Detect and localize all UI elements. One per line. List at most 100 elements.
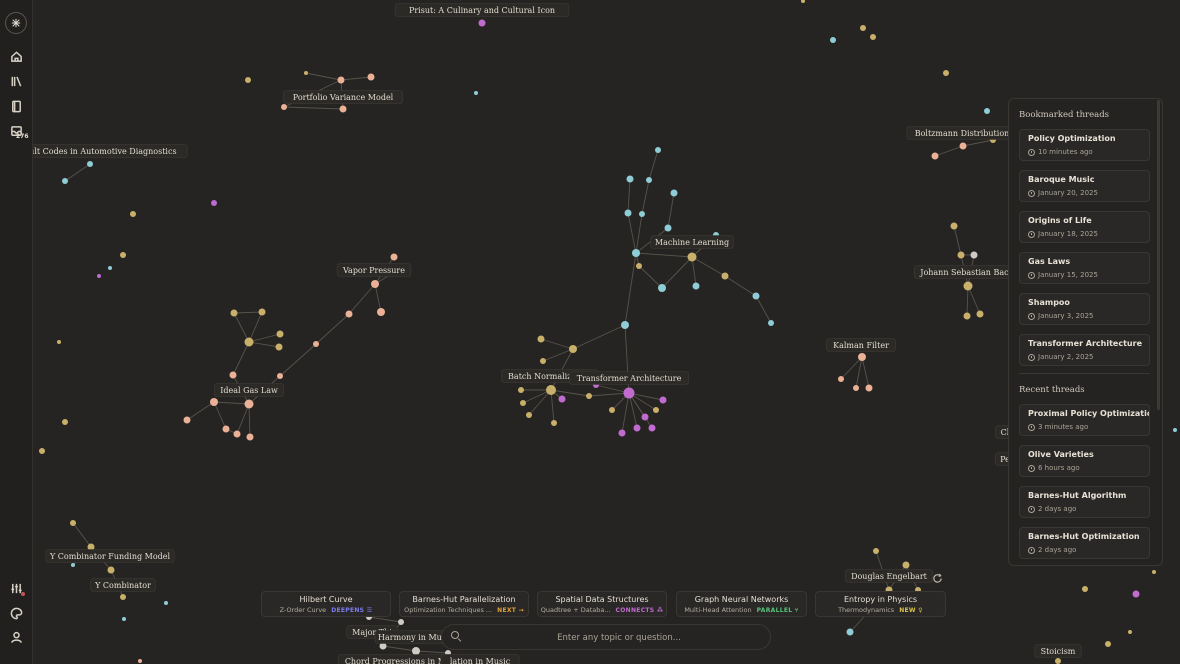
graph-node[interactable] [621, 321, 629, 329]
graph-node[interactable] [337, 76, 345, 84]
graph-node[interactable] [902, 561, 910, 569]
graph-node[interactable] [648, 424, 656, 432]
graph-node[interactable] [957, 251, 965, 259]
graph-node[interactable] [537, 335, 545, 343]
recent-thread-card[interactable]: Proximal Policy Optimization 3 minutes ag… [1019, 404, 1150, 436]
graph-node[interactable] [846, 628, 854, 636]
graph-node[interactable] [164, 601, 168, 605]
graph-node[interactable] [646, 177, 652, 183]
graph-node[interactable] [244, 337, 254, 347]
bookmarked-thread-card[interactable]: Gas Laws January 15, 2025 [1019, 252, 1150, 284]
suggestion-chip[interactable]: Spatial Data Structures Quadtree + Databa… [537, 591, 667, 617]
graph-node[interactable] [655, 147, 661, 153]
graph-node[interactable] [245, 77, 251, 83]
graph-node[interactable] [130, 211, 136, 217]
graph-node[interactable] [304, 71, 308, 75]
graph-node[interactable] [526, 412, 532, 418]
suggestion-chip[interactable]: Hilbert Curve Z-Order Curve DEEPENS ☰ [261, 591, 391, 617]
graph-node[interactable] [976, 310, 984, 318]
bookmarked-thread-card[interactable]: Transformer Architecture January 2, 2025 [1019, 334, 1150, 366]
panel-scrollbar[interactable] [1157, 100, 1160, 410]
graph-node[interactable] [1055, 658, 1061, 664]
graph-node[interactable] [931, 152, 939, 160]
node-label-boltzmann[interactable]: Boltzmann Distribution [906, 126, 1018, 140]
graph-node[interactable] [122, 617, 126, 621]
graph-node[interactable] [858, 353, 866, 361]
notebook-icon[interactable] [6, 96, 26, 116]
graph-node[interactable] [658, 284, 666, 292]
graph-node[interactable] [120, 252, 126, 258]
node-label-kalman[interactable]: Kalman Filter [826, 338, 896, 352]
graph-node[interactable] [518, 387, 524, 393]
graph-node[interactable] [801, 0, 805, 3]
home-icon[interactable] [6, 46, 26, 66]
palette-icon[interactable] [6, 603, 26, 623]
graph-node[interactable] [692, 282, 700, 290]
graph-node[interactable] [551, 420, 557, 426]
node-label-fault-codes[interactable]: Fault Codes in Automotive Diagnostics [8, 144, 188, 158]
node-label-chord2[interactable]: lation in Music [440, 654, 520, 664]
bookmarked-thread-card[interactable]: Policy Optimization 10 minutes ago [1019, 129, 1150, 161]
graph-node[interactable] [853, 385, 859, 391]
graph-node[interactable] [339, 105, 347, 113]
graph-node[interactable] [57, 340, 61, 344]
graph-node[interactable] [752, 292, 760, 300]
bookmarked-thread-card[interactable]: Baroque Music January 20, 2025 [1019, 170, 1150, 202]
node-label-douglas[interactable]: Douglas Engelbart [845, 569, 933, 583]
graph-node[interactable] [1152, 570, 1156, 574]
graph-node[interactable] [390, 253, 398, 261]
graph-node[interactable] [569, 345, 577, 353]
recent-thread-card[interactable]: Olive Varieties 6 hours ago [1019, 445, 1150, 477]
node-label-prisut[interactable]: Prisut: A Culinary and Cultural Icon [394, 3, 570, 17]
graph-node[interactable] [520, 400, 526, 406]
graph-node[interactable] [1173, 428, 1177, 432]
graph-node[interactable] [281, 104, 287, 110]
graph-node[interactable] [653, 407, 659, 413]
graph-node[interactable] [211, 200, 217, 206]
graph-node[interactable] [258, 308, 266, 316]
graph-node[interactable] [626, 175, 634, 183]
graph-node[interactable] [183, 416, 191, 424]
recent-thread-card[interactable]: Barnes-Hut Algorithm 2 days ago [1019, 486, 1150, 518]
library-icon[interactable] [6, 71, 26, 91]
graph-node[interactable] [870, 34, 876, 40]
graph-node[interactable] [87, 161, 93, 167]
graph-node[interactable] [120, 594, 126, 600]
graph-node[interactable] [984, 108, 990, 114]
graph-node[interactable] [246, 433, 254, 441]
graph-node[interactable] [633, 424, 641, 432]
node-label-yc[interactable]: Y Combinator [90, 578, 156, 592]
graph-node[interactable] [1082, 586, 1088, 592]
graph-node[interactable] [71, 563, 75, 567]
node-label-machine-learning[interactable]: Machine Learning [650, 235, 734, 249]
suggestion-chip[interactable]: Barnes-Hut Parallelization Optimization T… [399, 591, 529, 617]
graph-node[interactable] [632, 249, 640, 257]
search-input[interactable] [472, 629, 766, 647]
node-label-js-bach[interactable]: Johann Sebastian Bach [913, 265, 1021, 279]
search-bar[interactable] [441, 624, 771, 650]
graph-node[interactable] [39, 448, 45, 454]
graph-node[interactable] [721, 272, 729, 280]
graph-node[interactable] [377, 308, 385, 316]
graph-node[interactable] [229, 371, 237, 379]
graph-node[interactable] [97, 274, 101, 278]
app-logo-icon[interactable] [5, 12, 27, 34]
graph-node[interactable] [670, 189, 678, 197]
graph-node[interactable] [639, 211, 645, 217]
graph-node[interactable] [230, 309, 238, 317]
graph-node[interactable] [768, 320, 774, 326]
graph-node[interactable] [1128, 630, 1132, 634]
bookmarked-thread-card[interactable]: Shampoo January 3, 2025 [1019, 293, 1150, 325]
graph-node[interactable] [276, 330, 284, 338]
graph-node[interactable] [371, 280, 379, 288]
suggestion-chip[interactable]: Graph Neural Networks Multi-Head Attentio… [676, 591, 807, 617]
graph-node[interactable] [636, 263, 642, 269]
graph-node[interactable] [1132, 590, 1140, 598]
graph-node[interactable] [943, 70, 949, 76]
graph-node[interactable] [540, 358, 546, 364]
graph-node[interactable] [963, 281, 973, 291]
node-label-ideal-gas[interactable]: Ideal Gas Law [214, 383, 284, 397]
graph-node[interactable] [664, 224, 672, 232]
graph-node[interactable] [367, 73, 375, 81]
graph-node[interactable] [963, 312, 971, 320]
